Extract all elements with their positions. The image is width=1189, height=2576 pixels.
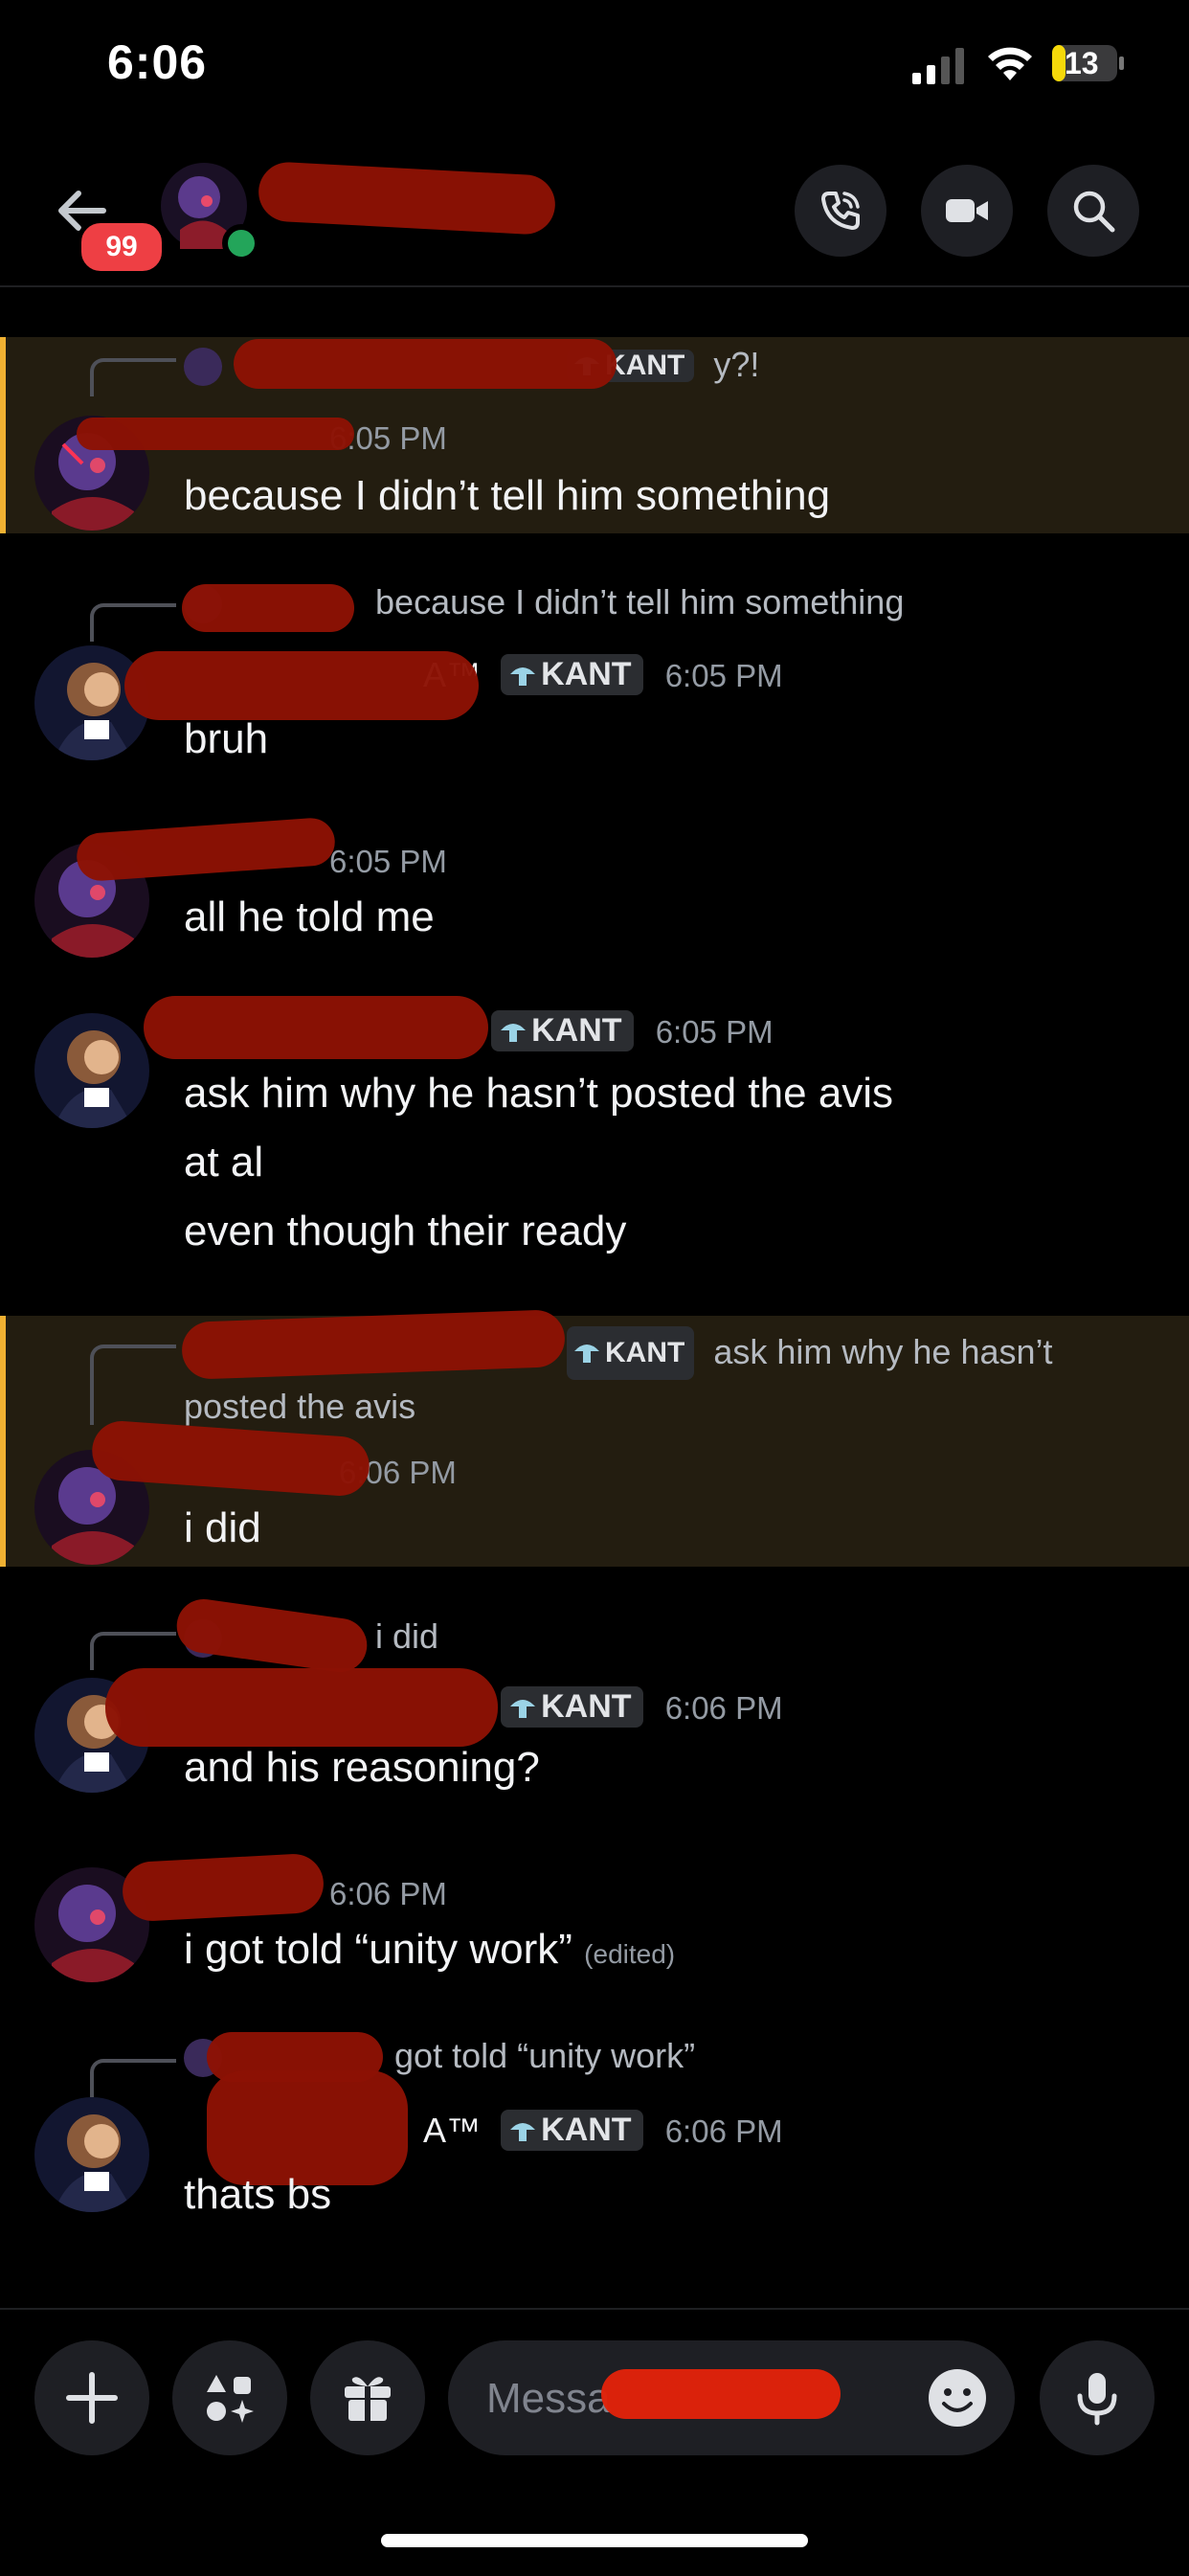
message-text: and his reasoning? bbox=[184, 1744, 540, 1791]
role-tag: KANT bbox=[567, 1326, 695, 1380]
plus-icon bbox=[66, 2372, 118, 2424]
reply-text: i did bbox=[375, 1616, 439, 1656]
message-input[interactable]: Messa bbox=[448, 2340, 1015, 2455]
timestamp: 6:05 PM bbox=[329, 844, 447, 879]
list-item[interactable]: 6:06 PM i got told “unity work” (edited) bbox=[0, 1852, 1189, 2001]
emoji-icon[interactable] bbox=[927, 2367, 988, 2429]
mushroom-icon bbox=[510, 667, 536, 686]
timestamp: 6:06 PM bbox=[664, 2113, 783, 2149]
status-time: 6:06 bbox=[107, 35, 208, 89]
timestamp: 6:06 PM bbox=[329, 1876, 447, 1911]
role-tag: KANT bbox=[491, 1010, 634, 1051]
list-item[interactable]: KANT ask him why he hasn’t posted the av… bbox=[0, 1309, 1189, 1567]
message-placeholder: Messa bbox=[486, 2375, 611, 2422]
avatar bbox=[184, 348, 222, 387]
phone-icon bbox=[821, 192, 860, 230]
channel-header: 99 bbox=[0, 144, 1189, 287]
list-item[interactable]: KANT 6:05 PM ask him why he hasn’t poste… bbox=[0, 996, 1189, 1274]
reply-connector bbox=[90, 1632, 176, 1670]
status-bar: 6:06 13 bbox=[0, 0, 1189, 134]
battery-level: 13 bbox=[1065, 46, 1099, 80]
redacted-username bbox=[182, 584, 354, 632]
message-text: i did bbox=[184, 1504, 261, 1551]
online-status-indicator bbox=[222, 224, 260, 262]
message-text: bruh bbox=[184, 715, 269, 762]
timestamp: 6:05 PM bbox=[655, 1014, 774, 1050]
mushroom-icon bbox=[574, 1344, 600, 1363]
gift-icon bbox=[345, 2377, 391, 2421]
home-indicator bbox=[381, 2534, 808, 2547]
mushroom-icon bbox=[501, 1024, 527, 1042]
redacted-username bbox=[173, 1595, 370, 1676]
timestamp: 6:05 PM bbox=[664, 658, 783, 693]
reply-text: got told “unity work” bbox=[394, 2036, 696, 2075]
redacted-channel-name bbox=[257, 160, 557, 237]
apps-icon bbox=[207, 2375, 254, 2423]
redacted-username bbox=[234, 339, 617, 389]
add-attachment-button[interactable] bbox=[34, 2340, 149, 2455]
role-tag: KANT bbox=[501, 654, 643, 695]
list-item[interactable]: because I didn’t tell him something A™ K… bbox=[0, 575, 1189, 766]
redacted-username bbox=[77, 418, 354, 450]
message-text: ask him why he hasn’t posted the avis at… bbox=[184, 1070, 894, 1254]
redacted-placeholder bbox=[601, 2369, 841, 2419]
redacted-username bbox=[144, 996, 488, 1059]
mushroom-icon bbox=[510, 1700, 536, 1718]
list-item[interactable]: got told “unity work” A™ KANT 6:06 PM th… bbox=[0, 2030, 1189, 2241]
reply-connector bbox=[90, 1344, 176, 1425]
mushroom-icon bbox=[510, 2123, 536, 2141]
message-text: all he told me bbox=[184, 893, 435, 940]
list-item[interactable]: KANT y?! 6:05 PM because I didn’t tell h… bbox=[0, 337, 1189, 533]
redacted-username bbox=[121, 1852, 325, 1923]
reply-text: ask him why he hasn’t bbox=[713, 1332, 1053, 1371]
edited-label: (edited) bbox=[584, 1939, 676, 1969]
avatar[interactable] bbox=[34, 1013, 149, 1128]
reply-connector bbox=[90, 358, 176, 396]
reply-text: posted the avis bbox=[184, 1387, 416, 1426]
cellular-signal-icon bbox=[912, 48, 964, 84]
list-item[interactable]: 6:05 PM all he told me bbox=[0, 816, 1189, 967]
list-item[interactable]: i did KANT 6:06 PM and his reasoning? bbox=[0, 1595, 1189, 1800]
search-button[interactable] bbox=[1047, 165, 1139, 257]
unread-badge: 99 bbox=[77, 218, 167, 276]
apps-button[interactable] bbox=[172, 2340, 287, 2455]
gift-button[interactable] bbox=[310, 2340, 425, 2455]
microphone-icon bbox=[1077, 2373, 1117, 2426]
voice-message-button[interactable] bbox=[1040, 2340, 1155, 2455]
name-suffix: A™ bbox=[423, 2111, 482, 2150]
reply-text: because I didn’t tell him something bbox=[375, 582, 905, 621]
message-text: i got told “unity work” (edited) bbox=[184, 1926, 676, 1973]
voice-call-button[interactable] bbox=[795, 165, 886, 257]
reply-text: y?! bbox=[713, 345, 760, 384]
message-text: thats bs bbox=[184, 2171, 332, 2218]
battery-icon: 13 bbox=[1051, 44, 1126, 82]
video-icon bbox=[946, 199, 988, 222]
message-text: because I didn’t tell him something bbox=[184, 472, 831, 519]
wifi-icon bbox=[988, 47, 1032, 80]
role-tag: KANT bbox=[501, 1686, 643, 1728]
video-call-button[interactable] bbox=[921, 165, 1013, 257]
reply-connector bbox=[90, 2059, 176, 2097]
search-icon bbox=[1073, 191, 1115, 233]
reply-connector bbox=[90, 603, 176, 642]
avatar[interactable] bbox=[34, 2097, 149, 2212]
timestamp: 6:06 PM bbox=[664, 1690, 783, 1726]
role-tag: KANT bbox=[501, 2110, 643, 2151]
redacted-username bbox=[124, 651, 479, 720]
